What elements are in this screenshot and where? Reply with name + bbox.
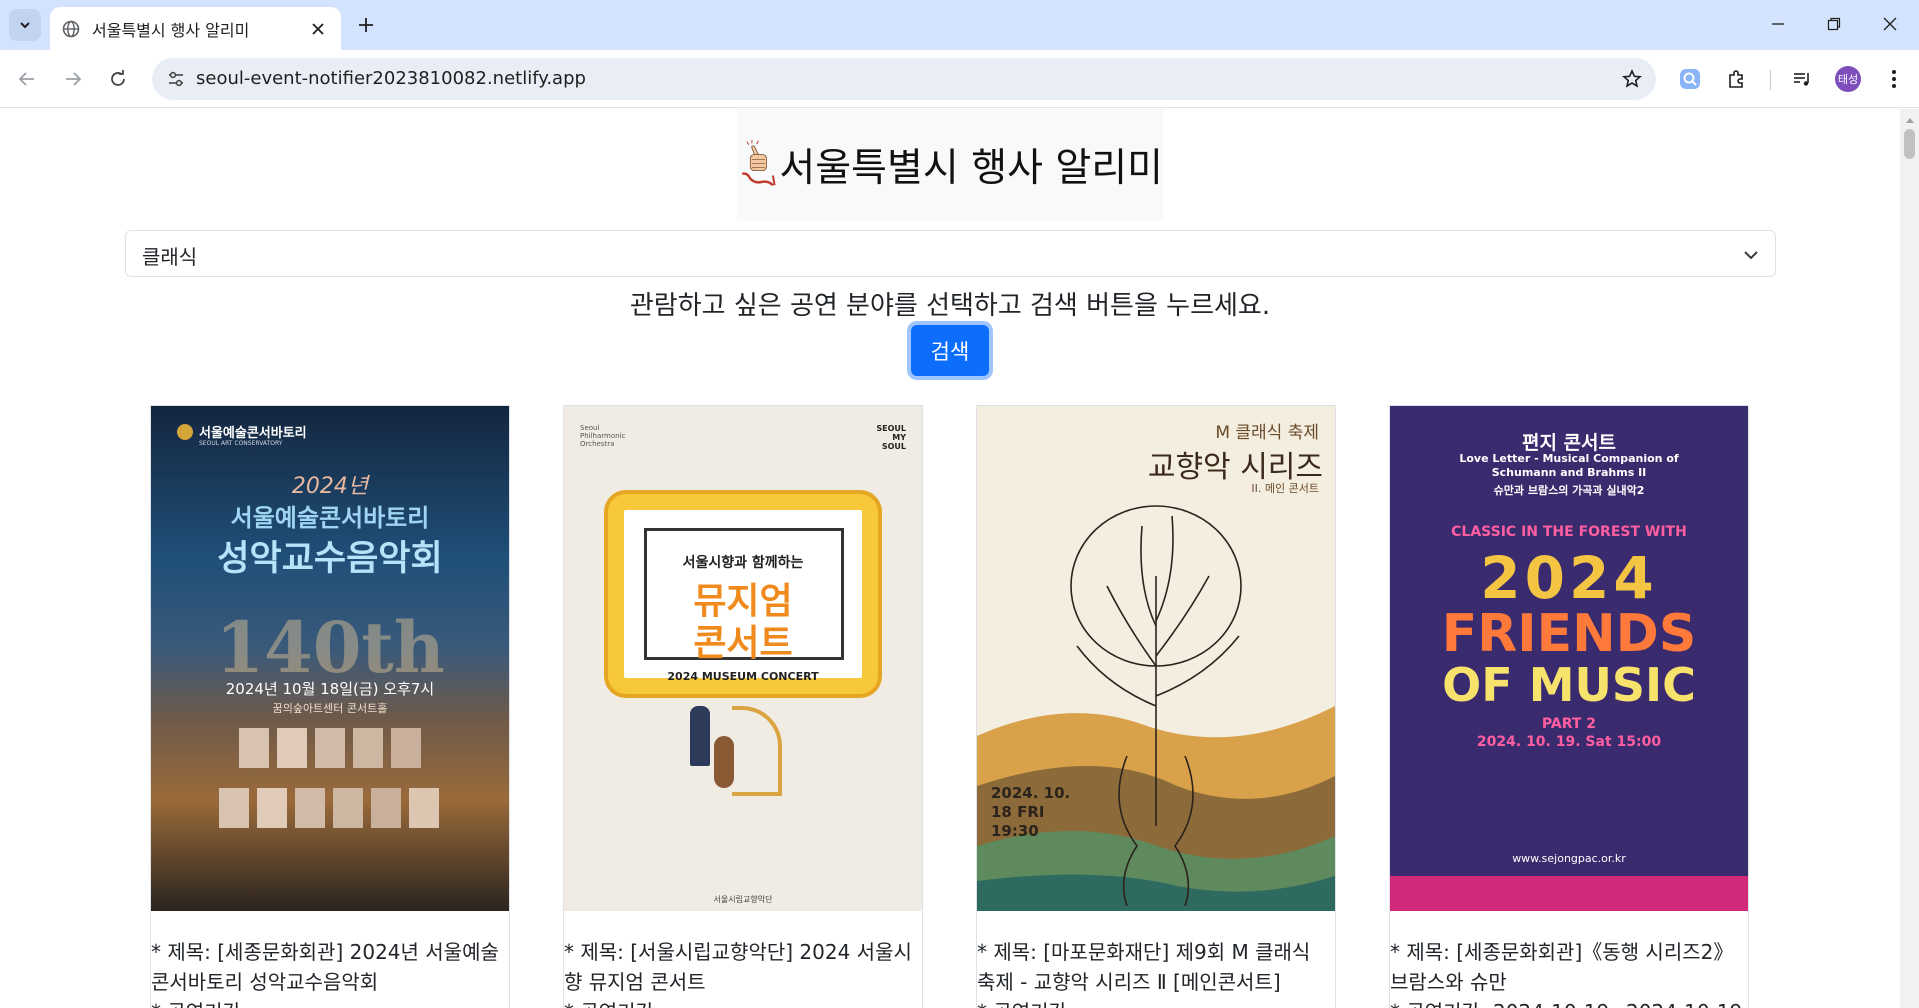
event-card[interactable]: 서울예술콘서바토리 SEOUL ART CONSERVATORY 2024년 서… — [150, 405, 510, 1008]
poster-big-2: FRIENDS — [1441, 604, 1697, 664]
poster-performer-row — [239, 728, 421, 768]
poster-web: www.sejongpac.or.kr — [1512, 852, 1626, 865]
close-icon[interactable] — [307, 18, 329, 40]
chevron-down-icon — [20, 22, 30, 29]
chevron-down-icon[interactable] — [1741, 245, 1761, 265]
poster-performer-row — [219, 788, 439, 828]
new-tab-button[interactable] — [352, 11, 380, 39]
event-card[interactable]: 편지 콘서트 Love Letter - Musical Companion o… — [1389, 405, 1749, 1008]
violinist-figure — [690, 706, 710, 766]
poster-en2: Schumann and Brahms II — [1491, 466, 1647, 479]
more-menu-icon[interactable] — [1879, 64, 1909, 94]
poster-part: PART 2 — [1541, 716, 1597, 732]
url-text[interactable]: seoul-event-notifier2023810082.netlify.a… — [196, 68, 586, 89]
poster-footer-band — [1390, 876, 1748, 911]
browser-tab[interactable]: 서울특별시 행사 알리미 — [50, 7, 341, 50]
restore-button[interactable] — [1811, 7, 1857, 41]
event-period: * 공연기간: — [151, 997, 248, 1008]
page-title: 서울특별시 행사 알리미 — [779, 146, 1163, 191]
cello-shape — [714, 736, 734, 788]
profile-avatar[interactable]: 태성 — [1835, 66, 1861, 92]
event-title: * 제목: [세종문화회관] 2024년 서울예술콘서바토리 성악교수음악회 — [151, 940, 499, 994]
poster-anniversary: 140th — [215, 606, 445, 689]
poster-line2: 성악교수음악회 — [217, 539, 443, 579]
toolbar-separator — [1770, 70, 1771, 90]
poster-brand: SEOUL MY SOUL — [876, 424, 906, 451]
event-poster-image: 편지 콘서트 Love Letter - Musical Companion o… — [1390, 406, 1748, 911]
lens-extension-icon[interactable] — [1675, 64, 1705, 94]
event-period: * 공연기간: — [564, 997, 661, 1008]
restore-icon — [1827, 17, 1841, 31]
event-card[interactable]: Seoul Philharmonic Orchestra SEOUL MY SO… — [563, 405, 923, 1008]
plus-icon — [359, 18, 373, 32]
category-select[interactable]: 클래식 — [125, 230, 1776, 277]
tab-search-button[interactable] — [9, 9, 41, 41]
poster-en: 2024 MUSEUM CONCERT — [667, 670, 819, 683]
scrollbar-thumb[interactable] — [1904, 129, 1915, 159]
event-poster-image: M 클래식 축제 교향악 시리즈 II. 메인 콘서트 2024. 10. 18… — [977, 406, 1335, 911]
page-viewport: 서울특별시 행사 알리미 클래식 관람하고 싶은 공연 분야를 선택하고 검색 … — [0, 109, 1900, 1008]
poster-org-en: SEOUL ART CONSERVATORY — [199, 440, 283, 447]
address-bar[interactable]: seoul-event-notifier2023810082.netlify.a… — [152, 58, 1656, 100]
poster-org: Seoul Philharmonic Orchestra — [580, 424, 626, 448]
event-period: * 공연기간: — [977, 997, 1074, 1008]
arrow-left-icon — [18, 72, 34, 86]
reload-button[interactable] — [100, 61, 136, 97]
poster-org: 서울예술콘서바토리 — [199, 426, 307, 441]
category-select-value[interactable]: 클래식 — [142, 241, 197, 270]
forward-button[interactable] — [55, 61, 91, 97]
poster-date: 2024. 10. 18 FRI 19:30 — [991, 784, 1071, 840]
poster-title: 편지 콘서트 — [1521, 432, 1616, 454]
browser-toolbar: seoul-event-notifier2023810082.netlify.a… — [0, 50, 1919, 108]
poster-venue: 꿈의숲아트센터 콘서트홀 — [272, 702, 388, 715]
globe-icon — [62, 20, 80, 38]
minimize-button[interactable] — [1755, 7, 1801, 41]
poster-footer: 서울시립교향악단 — [713, 895, 773, 904]
back-button[interactable] — [9, 61, 45, 97]
search-button[interactable]: 검색 — [911, 325, 989, 376]
tab-title: 서울특별시 행사 알리미 — [92, 20, 250, 40]
poster-line2: 콘서트 — [693, 623, 793, 664]
event-card[interactable]: M 클래식 축제 교향악 시리즈 II. 메인 콘서트 2024. 10. 18… — [976, 405, 1336, 1008]
site-settings-icon[interactable] — [162, 65, 190, 93]
event-poster-image: Seoul Philharmonic Orchestra SEOUL MY SO… — [564, 406, 922, 911]
poster-big-1: 2024 — [1480, 544, 1658, 612]
minimize-icon — [1772, 23, 1784, 25]
poster-big-3: OF MUSIC — [1442, 658, 1696, 712]
reload-icon — [111, 70, 125, 86]
poster-banner: CLASSIC IN THE FOREST WITH — [1451, 524, 1687, 540]
close-window-button[interactable] — [1867, 7, 1913, 41]
extensions-puzzle-icon[interactable] — [1721, 64, 1751, 94]
event-poster-image: 서울예술콘서바토리 SEOUL ART CONSERVATORY 2024년 서… — [151, 406, 509, 911]
event-title: * 제목: [서울시립교향악단] 2024 서울시향 뮤지엄 콘서트 — [564, 940, 912, 994]
close-icon — [1883, 17, 1897, 31]
poster-line1: 서울예술콘서바토리 — [230, 504, 430, 532]
guide-text: 관람하고 싶은 공연 분야를 선택하고 검색 버튼을 누르세요. — [629, 291, 1271, 321]
event-title: * 제목: [세종문화회관]《동행 시리즈2》브람스와 슈만 — [1390, 940, 1734, 994]
poster-subtitle: 서울시향과 함께하는 — [682, 555, 804, 571]
thumbs-up-good-logo — [741, 139, 776, 187]
poster-date: 2024년 10월 18일(금) 오후7시 — [225, 680, 435, 698]
scroll-up-arrow-icon[interactable] — [1900, 113, 1919, 127]
harp-shape — [732, 706, 782, 796]
poster-when: 2024. 10. 19. Sat 15:00 — [1476, 734, 1662, 750]
arrow-right-icon — [66, 72, 82, 86]
tab-strip: 서울특별시 행사 알리미 — [0, 0, 1919, 50]
poster-ko: 슈만과 브람스의 가곡과 실내악2 — [1493, 484, 1645, 497]
poster-year: 2024년 — [291, 474, 369, 499]
media-control-icon[interactable] — [1787, 64, 1817, 94]
page-scrollbar[interactable] — [1900, 109, 1919, 1008]
event-period: * 공연기간: 2024-10-19~2024-10-19 — [1390, 997, 1742, 1008]
poster-en1: Love Letter - Musical Companion of — [1459, 452, 1679, 465]
event-title: * 제목: [마포문화재단] 제9회 M 클래식 축제 - 교향악 시리즈 Ⅱ … — [977, 940, 1311, 994]
bookmark-star-icon[interactable] — [1618, 65, 1646, 93]
site-header: 서울특별시 행사 알리미 — [737, 109, 1163, 221]
